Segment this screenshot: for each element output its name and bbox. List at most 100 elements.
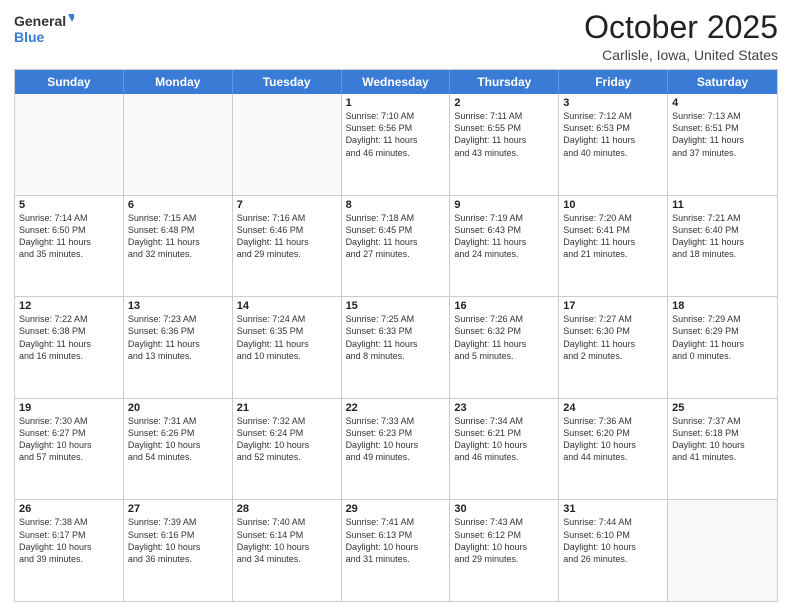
day-info: Sunrise: 7:14 AM Sunset: 6:50 PM Dayligh… <box>19 212 119 261</box>
calendar-cell: 1Sunrise: 7:10 AM Sunset: 6:56 PM Daylig… <box>342 94 451 195</box>
day-number: 19 <box>19 402 119 414</box>
weekday-header: Sunday <box>15 70 124 94</box>
calendar-cell: 24Sunrise: 7:36 AM Sunset: 6:20 PM Dayli… <box>559 399 668 500</box>
calendar-cell: 16Sunrise: 7:26 AM Sunset: 6:32 PM Dayli… <box>450 297 559 398</box>
day-info: Sunrise: 7:24 AM Sunset: 6:35 PM Dayligh… <box>237 313 337 362</box>
calendar-cell: 7Sunrise: 7:16 AM Sunset: 6:46 PM Daylig… <box>233 196 342 297</box>
day-number: 22 <box>346 402 446 414</box>
day-info: Sunrise: 7:21 AM Sunset: 6:40 PM Dayligh… <box>672 212 773 261</box>
page: General Blue October 2025 Carlisle, Iowa… <box>0 0 792 612</box>
calendar-cell: 21Sunrise: 7:32 AM Sunset: 6:24 PM Dayli… <box>233 399 342 500</box>
calendar-cell: 14Sunrise: 7:24 AM Sunset: 6:35 PM Dayli… <box>233 297 342 398</box>
day-number: 17 <box>563 300 663 312</box>
calendar-cell: 2Sunrise: 7:11 AM Sunset: 6:55 PM Daylig… <box>450 94 559 195</box>
calendar-cell <box>15 94 124 195</box>
calendar-cell: 31Sunrise: 7:44 AM Sunset: 6:10 PM Dayli… <box>559 500 668 601</box>
day-number: 14 <box>237 300 337 312</box>
day-number: 9 <box>454 199 554 211</box>
calendar-body: 1Sunrise: 7:10 AM Sunset: 6:56 PM Daylig… <box>15 94 777 601</box>
day-info: Sunrise: 7:33 AM Sunset: 6:23 PM Dayligh… <box>346 415 446 464</box>
calendar-cell <box>668 500 777 601</box>
calendar-cell: 5Sunrise: 7:14 AM Sunset: 6:50 PM Daylig… <box>15 196 124 297</box>
day-number: 6 <box>128 199 228 211</box>
weekday-header: Tuesday <box>233 70 342 94</box>
logo: General Blue <box>14 10 74 48</box>
day-number: 27 <box>128 503 228 515</box>
month-title: October 2025 <box>584 10 778 45</box>
calendar-cell: 27Sunrise: 7:39 AM Sunset: 6:16 PM Dayli… <box>124 500 233 601</box>
day-info: Sunrise: 7:27 AM Sunset: 6:30 PM Dayligh… <box>563 313 663 362</box>
day-number: 10 <box>563 199 663 211</box>
calendar-cell: 23Sunrise: 7:34 AM Sunset: 6:21 PM Dayli… <box>450 399 559 500</box>
day-number: 16 <box>454 300 554 312</box>
header: General Blue October 2025 Carlisle, Iowa… <box>14 10 778 63</box>
day-number: 30 <box>454 503 554 515</box>
day-number: 3 <box>563 97 663 109</box>
day-info: Sunrise: 7:18 AM Sunset: 6:45 PM Dayligh… <box>346 212 446 261</box>
day-number: 29 <box>346 503 446 515</box>
calendar-cell: 20Sunrise: 7:31 AM Sunset: 6:26 PM Dayli… <box>124 399 233 500</box>
calendar-cell: 26Sunrise: 7:38 AM Sunset: 6:17 PM Dayli… <box>15 500 124 601</box>
day-number: 15 <box>346 300 446 312</box>
day-number: 28 <box>237 503 337 515</box>
weekday-header: Wednesday <box>342 70 451 94</box>
day-number: 31 <box>563 503 663 515</box>
calendar-row: 12Sunrise: 7:22 AM Sunset: 6:38 PM Dayli… <box>15 296 777 398</box>
day-number: 20 <box>128 402 228 414</box>
day-info: Sunrise: 7:43 AM Sunset: 6:12 PM Dayligh… <box>454 516 554 565</box>
calendar-cell: 12Sunrise: 7:22 AM Sunset: 6:38 PM Dayli… <box>15 297 124 398</box>
day-info: Sunrise: 7:31 AM Sunset: 6:26 PM Dayligh… <box>128 415 228 464</box>
day-info: Sunrise: 7:26 AM Sunset: 6:32 PM Dayligh… <box>454 313 554 362</box>
calendar-row: 1Sunrise: 7:10 AM Sunset: 6:56 PM Daylig… <box>15 94 777 195</box>
day-number: 2 <box>454 97 554 109</box>
calendar-cell: 15Sunrise: 7:25 AM Sunset: 6:33 PM Dayli… <box>342 297 451 398</box>
svg-text:Blue: Blue <box>14 29 45 45</box>
svg-text:General: General <box>14 13 66 29</box>
day-info: Sunrise: 7:25 AM Sunset: 6:33 PM Dayligh… <box>346 313 446 362</box>
calendar-cell: 8Sunrise: 7:18 AM Sunset: 6:45 PM Daylig… <box>342 196 451 297</box>
day-info: Sunrise: 7:10 AM Sunset: 6:56 PM Dayligh… <box>346 110 446 159</box>
day-number: 26 <box>19 503 119 515</box>
calendar: SundayMondayTuesdayWednesdayThursdayFrid… <box>14 69 778 602</box>
calendar-cell: 4Sunrise: 7:13 AM Sunset: 6:51 PM Daylig… <box>668 94 777 195</box>
calendar-cell: 19Sunrise: 7:30 AM Sunset: 6:27 PM Dayli… <box>15 399 124 500</box>
weekday-header: Friday <box>559 70 668 94</box>
calendar-row: 5Sunrise: 7:14 AM Sunset: 6:50 PM Daylig… <box>15 195 777 297</box>
day-info: Sunrise: 7:19 AM Sunset: 6:43 PM Dayligh… <box>454 212 554 261</box>
day-info: Sunrise: 7:29 AM Sunset: 6:29 PM Dayligh… <box>672 313 773 362</box>
calendar-cell: 11Sunrise: 7:21 AM Sunset: 6:40 PM Dayli… <box>668 196 777 297</box>
day-info: Sunrise: 7:40 AM Sunset: 6:14 PM Dayligh… <box>237 516 337 565</box>
day-info: Sunrise: 7:36 AM Sunset: 6:20 PM Dayligh… <box>563 415 663 464</box>
calendar-row: 26Sunrise: 7:38 AM Sunset: 6:17 PM Dayli… <box>15 499 777 601</box>
calendar-cell: 3Sunrise: 7:12 AM Sunset: 6:53 PM Daylig… <box>559 94 668 195</box>
weekday-header: Monday <box>124 70 233 94</box>
day-number: 5 <box>19 199 119 211</box>
calendar-cell: 6Sunrise: 7:15 AM Sunset: 6:48 PM Daylig… <box>124 196 233 297</box>
day-number: 13 <box>128 300 228 312</box>
day-number: 24 <box>563 402 663 414</box>
day-number: 4 <box>672 97 773 109</box>
calendar-cell: 30Sunrise: 7:43 AM Sunset: 6:12 PM Dayli… <box>450 500 559 601</box>
calendar-cell <box>233 94 342 195</box>
calendar-cell: 10Sunrise: 7:20 AM Sunset: 6:41 PM Dayli… <box>559 196 668 297</box>
calendar-cell: 28Sunrise: 7:40 AM Sunset: 6:14 PM Dayli… <box>233 500 342 601</box>
day-number: 11 <box>672 199 773 211</box>
day-info: Sunrise: 7:23 AM Sunset: 6:36 PM Dayligh… <box>128 313 228 362</box>
calendar-cell <box>124 94 233 195</box>
location: Carlisle, Iowa, United States <box>584 47 778 63</box>
logo-svg: General Blue <box>14 10 74 48</box>
calendar-cell: 22Sunrise: 7:33 AM Sunset: 6:23 PM Dayli… <box>342 399 451 500</box>
day-info: Sunrise: 7:37 AM Sunset: 6:18 PM Dayligh… <box>672 415 773 464</box>
day-number: 25 <box>672 402 773 414</box>
day-info: Sunrise: 7:39 AM Sunset: 6:16 PM Dayligh… <box>128 516 228 565</box>
title-block: October 2025 Carlisle, Iowa, United Stat… <box>584 10 778 63</box>
calendar-row: 19Sunrise: 7:30 AM Sunset: 6:27 PM Dayli… <box>15 398 777 500</box>
calendar-cell: 17Sunrise: 7:27 AM Sunset: 6:30 PM Dayli… <box>559 297 668 398</box>
calendar-header: SundayMondayTuesdayWednesdayThursdayFrid… <box>15 70 777 94</box>
day-info: Sunrise: 7:12 AM Sunset: 6:53 PM Dayligh… <box>563 110 663 159</box>
day-info: Sunrise: 7:30 AM Sunset: 6:27 PM Dayligh… <box>19 415 119 464</box>
day-number: 18 <box>672 300 773 312</box>
calendar-cell: 9Sunrise: 7:19 AM Sunset: 6:43 PM Daylig… <box>450 196 559 297</box>
day-info: Sunrise: 7:11 AM Sunset: 6:55 PM Dayligh… <box>454 110 554 159</box>
calendar-cell: 25Sunrise: 7:37 AM Sunset: 6:18 PM Dayli… <box>668 399 777 500</box>
